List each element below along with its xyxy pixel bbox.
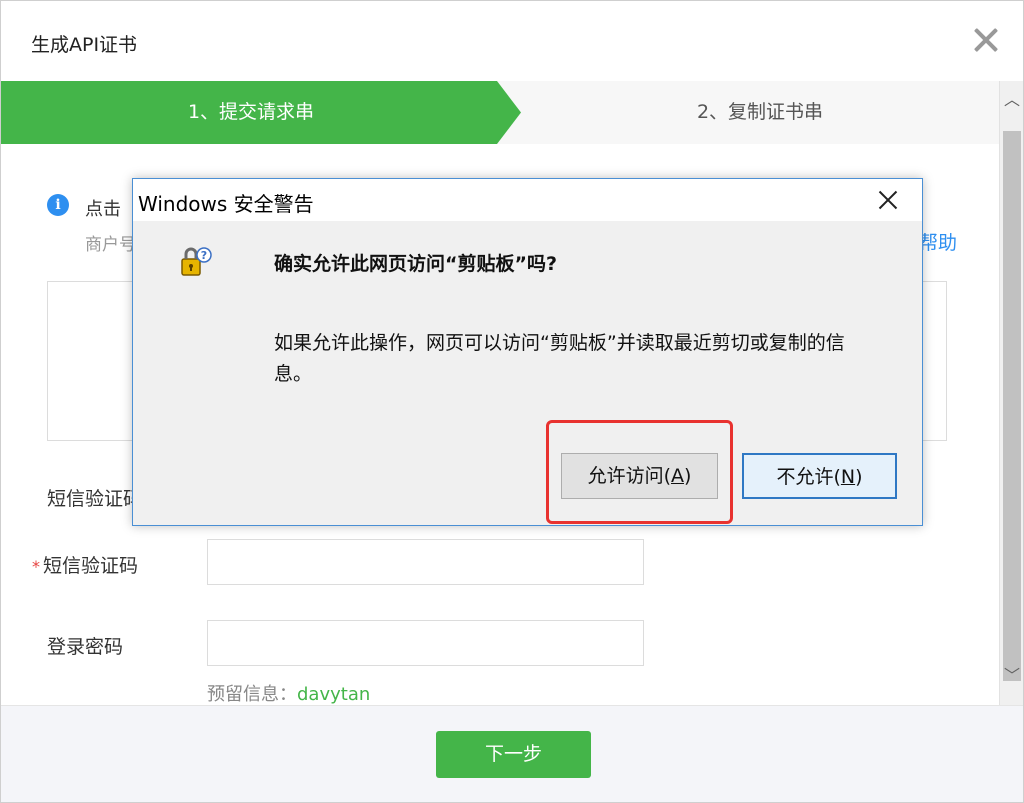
help-link[interactable]: 帮助	[919, 228, 957, 255]
info-text: 点击	[85, 199, 121, 220]
step-1-label: 1、提交请求串	[187, 101, 315, 123]
allow-label-end: )	[684, 465, 692, 487]
deny-label-end: )	[855, 466, 863, 488]
step-progress: 1、提交请求串 2、复制证书串	[1, 81, 999, 144]
step-2-label: 2、复制证书串	[696, 101, 824, 123]
sms-code-input[interactable]	[207, 539, 644, 585]
reserved-info-value: davytan	[297, 684, 371, 705]
close-icon[interactable]	[969, 23, 1001, 57]
alert-question: 确实允许此网页访问“剪贴板”吗?	[274, 253, 557, 275]
deny-access-button[interactable]: 不允许(N)	[742, 453, 897, 499]
required-marker: *	[32, 557, 40, 576]
alert-titlebar: Windows 安全警告	[133, 179, 922, 221]
scrollbar[interactable]: ︿ ﹀	[999, 81, 1023, 705]
alert-close-icon[interactable]	[873, 185, 903, 215]
allow-label: 允许访问(	[587, 465, 671, 487]
next-step-button[interactable]: 下一步	[436, 731, 591, 778]
sms-code-label-text: 短信验证码	[43, 555, 139, 577]
scroll-up-icon[interactable]: ︿	[1000, 87, 1024, 113]
sms-code-label-partial: 短信验证码	[47, 488, 143, 510]
windows-security-alert: Windows 安全警告 ? 确实允许此网页访问“剪贴板”吗? 如果允许此操作，…	[132, 178, 923, 526]
alert-title: Windows 安全警告	[138, 192, 314, 216]
login-password-input[interactable]	[207, 620, 644, 666]
svg-text:?: ?	[201, 249, 207, 262]
scroll-down-icon[interactable]: ﹀	[1000, 663, 1024, 689]
reserved-info: 预留信息：davytan	[207, 680, 370, 706]
scroll-thumb[interactable]	[1003, 131, 1021, 681]
alert-description: 如果允许此操作，网页可以访问“剪贴板”并读取最近剪切或复制的信息。	[274, 332, 845, 385]
dialog-title: 生成API证书	[31, 34, 138, 56]
allow-access-button[interactable]: 允许访问(A)	[561, 453, 718, 499]
reserved-info-label: 预留信息：	[207, 684, 297, 705]
deny-accesskey: N	[840, 466, 856, 488]
security-lock-icon: ?	[181, 247, 212, 276]
info-icon: i	[47, 194, 69, 216]
allow-accesskey: A	[671, 465, 684, 487]
info-subtext: 商户号	[85, 235, 136, 255]
dialog-header: 生成API证书	[1, 1, 1023, 81]
deny-label: 不允许(	[776, 466, 841, 488]
dialog-footer: 下一步	[1, 705, 1023, 802]
step-1: 1、提交请求串	[1, 81, 521, 144]
login-password-label: 登录密码	[47, 636, 124, 658]
sms-code-label: * 短信验证码	[32, 551, 138, 578]
